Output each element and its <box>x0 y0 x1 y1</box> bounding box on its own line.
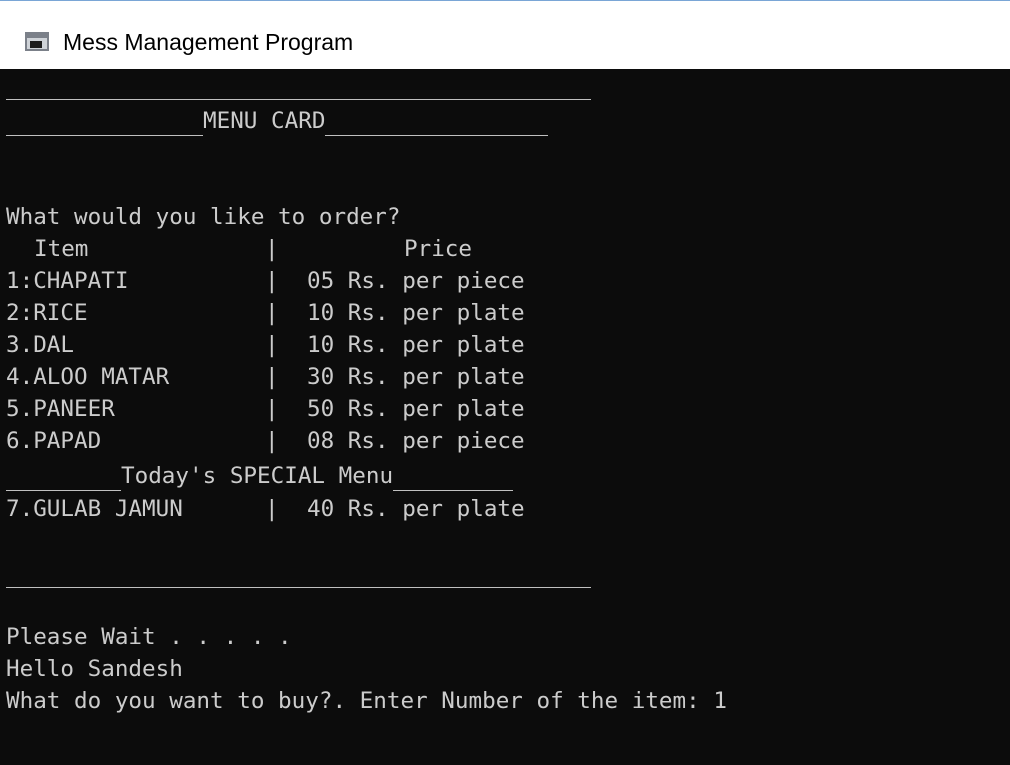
menu-item-name: 7.GULAB JAMUN <box>6 496 183 522</box>
menu-item-name: 5.PANEER <box>6 396 115 422</box>
menu-item-name: 3.DAL <box>6 332 75 358</box>
menu-item-name: 1:CHAPATI <box>6 268 129 294</box>
menu-item-price: 08 Rs. per piece <box>307 428 525 454</box>
console-output[interactable]: MENU CARD What would you like to order? … <box>0 69 1010 765</box>
menu-card-heading: MENU CARD <box>203 108 326 134</box>
buy-prompt: What do you want to buy?. Enter Number o… <box>6 688 727 714</box>
column-separator: | <box>265 428 279 454</box>
menu-item-price: 05 Rs. per piece <box>307 268 525 294</box>
console-window-icon <box>25 32 49 51</box>
title-bar[interactable]: Mess Management Program <box>0 0 1010 69</box>
column-separator: | <box>265 300 279 326</box>
column-separator: | <box>265 396 279 422</box>
price-column-header: Price <box>404 236 473 262</box>
menu-item-name: 6.PAPAD <box>6 428 102 454</box>
column-separator: | <box>265 364 279 390</box>
menu-item-price: 10 Rs. per plate <box>307 300 525 326</box>
menu-item-price: 50 Rs. per plate <box>307 396 525 422</box>
bottom-rule <box>6 587 591 588</box>
menu-item-price: 10 Rs. per plate <box>307 332 525 358</box>
column-separator: | <box>265 496 279 522</box>
top-rule <box>6 99 591 100</box>
wait-message: Please Wait . . . . . <box>6 624 292 650</box>
greeting: Hello Sandesh <box>6 656 183 682</box>
special-heading-line: Today's SPECIAL Menu <box>6 460 514 492</box>
menu-item-price: 40 Rs. per plate <box>307 496 525 522</box>
window-title: Mess Management Program <box>63 29 354 55</box>
special-heading: Today's SPECIAL Menu <box>121 463 394 489</box>
menu-item-price: 30 Rs. per plate <box>307 364 525 390</box>
menu-item-name: 4.ALOO MATAR <box>6 364 170 390</box>
item-column-header: Item <box>34 236 89 262</box>
menu-item-name: 2:RICE <box>6 300 88 326</box>
menu-card-heading-line: MENU CARD <box>6 105 549 137</box>
column-separator: | <box>265 332 279 358</box>
order-prompt: What would you like to order? <box>6 204 401 230</box>
column-separator: | <box>265 268 279 294</box>
